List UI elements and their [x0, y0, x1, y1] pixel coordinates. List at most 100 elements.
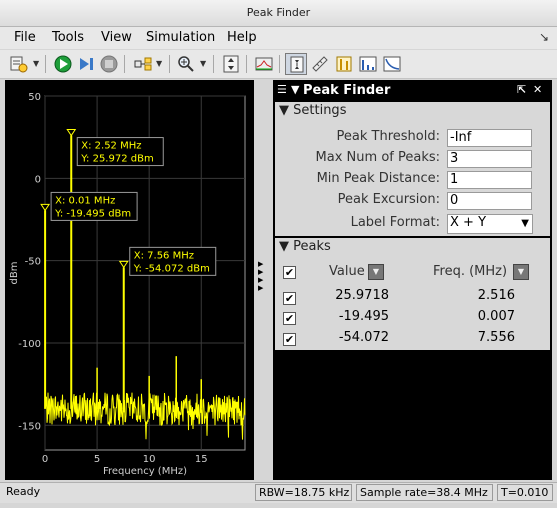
status-sample-rate: Sample rate=38.4 MHz [360, 486, 488, 499]
settings-header[interactable]: ▼ Settings [279, 103, 346, 118]
toolbar-separator [246, 55, 247, 73]
status-time: T=0.010 [501, 486, 549, 499]
spectrum-trace [44, 135, 246, 440]
menu-dock-arrow-icon[interactable]: ↘ [539, 30, 549, 44]
peak-excursion-input[interactable]: 0 [447, 192, 532, 210]
menu-help[interactable]: Help [227, 30, 257, 45]
x-tick-labels: 0 5 10 15 [42, 454, 208, 465]
distortion-icon[interactable] [357, 53, 379, 75]
toolbar-separator [45, 55, 46, 73]
max-num-peaks-label: Max Num of Peaks: [315, 150, 440, 165]
config-icon[interactable] [8, 53, 30, 75]
status-time-box: T=0.010 [497, 484, 553, 501]
peak-label-x: X: 0.01 MHz [55, 195, 115, 206]
panel-menu-icon[interactable]: ☰ [277, 83, 287, 96]
status-rbw-box: RBW=18.75 kHz [255, 484, 352, 501]
value-column-header[interactable]: Value [329, 264, 365, 279]
zoom-dropdown-icon[interactable]: ▼ [200, 59, 206, 68]
peak-label-x: X: 2.52 MHz [81, 141, 141, 152]
peak-value-cell: -19.495 [338, 309, 389, 324]
close-icon[interactable]: ✕ [533, 83, 542, 96]
toolbar: ▼ ▼ ▼ [0, 50, 557, 79]
run-icon[interactable] [52, 53, 74, 75]
peak-finder-header: ☰ ▼ Peak Finder ⇱ ✕ [275, 82, 550, 100]
peak-marker-icon [40, 203, 51, 212]
peak-label-y: Y: -19.495 dBm [54, 208, 131, 219]
peak-label-y: Y: 25.972 dBm [80, 154, 153, 165]
highlight-dropdown-icon[interactable]: ▼ [156, 59, 162, 68]
peak-label-x: X: 7.56 MHz [134, 250, 194, 261]
peak-row-checkbox[interactable]: ✔ [283, 312, 296, 325]
y-axis-label: dBm [9, 262, 20, 285]
collapse-arrow-icon[interactable]: ▶ [258, 284, 263, 292]
min-peak-distance-label: Min Peak Distance: [316, 171, 440, 186]
status-bar: Ready RBW=18.75 kHz Sample rate=38.4 MHz… [0, 482, 557, 503]
status-ready: Ready [6, 485, 41, 498]
peaks-section: ▼ Peaks ✔ Value ▼ Freq. (MHz) ▼ ✔ 25.971… [275, 238, 550, 350]
toolbar-separator [213, 55, 214, 73]
y-tick-label: 0 [35, 174, 41, 185]
undock-icon[interactable]: ⇱ [517, 83, 526, 96]
menu-bar: File Tools View Simulation Help ↘ [0, 27, 557, 49]
value-sort-icon[interactable]: ▼ [368, 264, 384, 280]
freq-column-header[interactable]: Freq. (MHz) [433, 264, 507, 279]
spectrum-icon[interactable] [253, 53, 275, 75]
peak-threshold-label: Peak Threshold: [336, 129, 440, 144]
label-format-select[interactable]: X + Y ▼ [447, 214, 533, 234]
peak-value-cell: 25.9718 [335, 288, 389, 303]
menu-tools[interactable]: Tools [52, 30, 84, 45]
panel-collapse-icon[interactable]: ▼ [291, 83, 299, 96]
cursor-icon[interactable] [285, 53, 307, 75]
stop-icon[interactable] [98, 53, 120, 75]
peak-label-y: Y: -54.072 dBm [133, 263, 210, 274]
scale-icon[interactable] [220, 53, 242, 75]
peak-excursion-label: Peak Excursion: [337, 192, 440, 207]
x-tick-label: 15 [195, 454, 208, 465]
peak-marker-icon [118, 260, 129, 269]
peak-freq-cell: 2.516 [477, 288, 515, 303]
menu-file[interactable]: File [14, 30, 36, 45]
peaks-icon[interactable] [333, 53, 355, 75]
y-tick-label: -150 [18, 421, 41, 432]
toolbar-separator [279, 55, 280, 73]
panel-collapse-strip[interactable]: ▶ ▶ ▶ ▶ [255, 80, 272, 480]
toolbar-separator [124, 55, 125, 73]
settings-section: ▼ Settings Peak Threshold: -Inf Max Num … [275, 102, 550, 236]
y-tick-label: -50 [25, 257, 41, 268]
label-format-value: X + Y [450, 215, 487, 230]
peaks-header[interactable]: ▼ Peaks [279, 239, 331, 254]
spectrum-plot[interactable]: 50 0 -50 -100 -150 0 5 10 15 dBm Frequency (MHz… [5, 80, 254, 480]
step-icon[interactable] [75, 53, 97, 75]
y-tick-labels: 50 0 -50 -100 -150 [18, 92, 41, 432]
freq-sort-icon[interactable]: ▼ [513, 264, 529, 280]
max-num-peaks-input[interactable]: 3 [447, 150, 532, 168]
peak-marker-icon [66, 129, 77, 137]
menu-simulation[interactable]: Simulation [146, 30, 215, 45]
x-tick-label: 5 [94, 454, 100, 465]
y-tick-label: 50 [28, 92, 41, 103]
peak-threshold-input[interactable]: -Inf [447, 129, 532, 147]
peak-row-checkbox[interactable]: ✔ [283, 292, 296, 305]
status-sample-rate-box: Sample rate=38.4 MHz [356, 484, 493, 501]
collapse-arrow-icon[interactable]: ▶ [258, 268, 263, 276]
peak-finder-title: Peak Finder [303, 83, 391, 98]
config-dropdown-icon[interactable]: ▼ [33, 59, 39, 68]
noise-floor-trace [44, 392, 246, 440]
peak-value-cell: -54.072 [338, 330, 389, 345]
min-peak-distance-input[interactable]: 1 [447, 171, 532, 189]
collapse-arrow-icon[interactable]: ▶ [258, 260, 263, 268]
spectrum-plot-panel[interactable]: 50 0 -50 -100 -150 0 5 10 15 dBm Frequency (MHz… [5, 80, 254, 480]
select-all-checkbox[interactable]: ✔ [283, 266, 296, 279]
highlight-icon[interactable] [132, 53, 154, 75]
measure-icon[interactable] [309, 53, 331, 75]
x-axis-label: Frequency (MHz) [103, 466, 187, 477]
collapse-arrow-icon[interactable]: ▶ [258, 276, 263, 284]
y-tick-label: -100 [18, 339, 41, 350]
peak-freq-cell: 0.007 [477, 309, 515, 324]
peak-row-checkbox[interactable]: ✔ [283, 333, 296, 346]
ccdf-icon[interactable] [381, 53, 403, 75]
menu-view[interactable]: View [101, 30, 132, 45]
x-tick-label: 0 [42, 454, 48, 465]
window-title: Peak Finder [0, 0, 557, 27]
zoom-icon[interactable] [175, 53, 197, 75]
